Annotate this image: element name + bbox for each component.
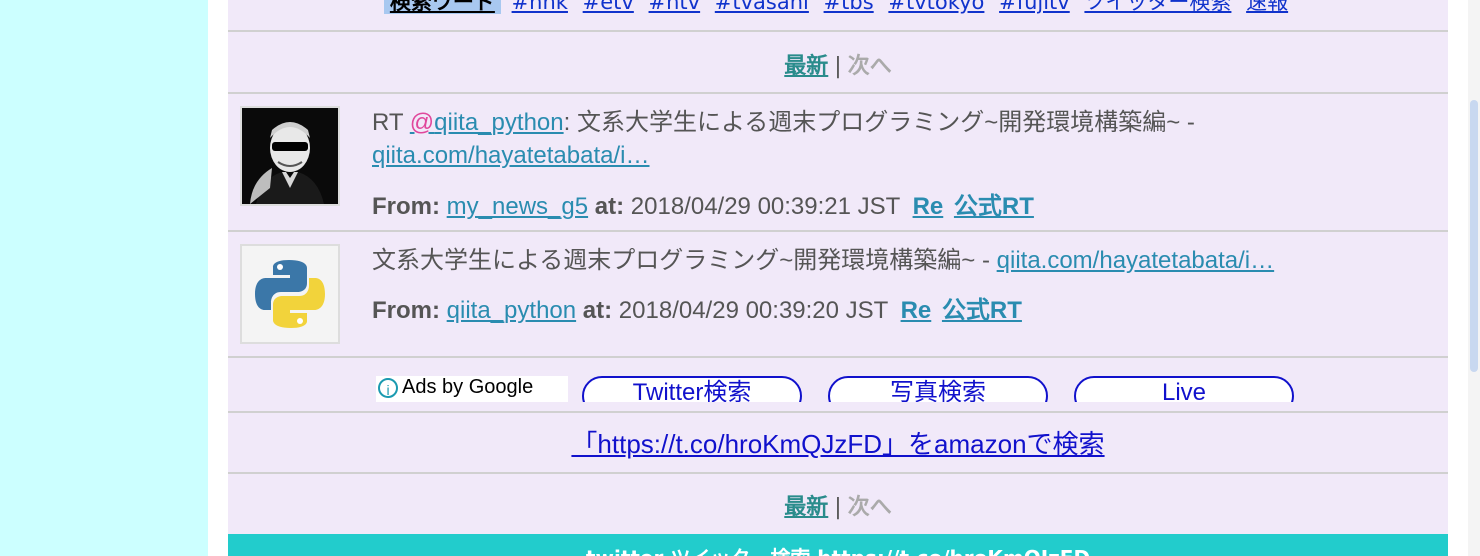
divider <box>228 30 1448 32</box>
latest-link[interactable]: 最新 <box>784 54 828 79</box>
official-retweet-link[interactable]: 公式RT <box>954 193 1034 220</box>
man-sunglasses-avatar-icon <box>242 108 338 204</box>
tag-link-ntv[interactable]: #ntv <box>649 0 701 14</box>
from-label: From: <box>372 193 440 220</box>
reply-link[interactable]: Re <box>913 193 944 220</box>
live-button[interactable]: Live <box>1074 376 1294 402</box>
footer-title: twitter ツイッター検索 https://t.co/hroKmQJzFD <box>228 542 1448 556</box>
next-link: 次へ <box>847 54 892 79</box>
info-icon[interactable]: i <box>378 378 398 398</box>
tag-link-fujitv[interactable]: #fujitv <box>999 0 1070 14</box>
tweet-body: : 文系大学生による週末プログラミング~開発環境構築編~ - <box>563 109 1195 136</box>
next-link: 次へ <box>847 495 892 520</box>
tag-link-tvasahi[interactable]: #tvasahi <box>715 0 809 14</box>
amazon-search-row: 「https://t.co/hroKmQJzFD」をamazonで検索 <box>228 424 1448 461</box>
tag-links-row: 検索ワード #nhk #etv #ntv #tvasahi #tbs #tvto… <box>228 0 1448 16</box>
tweet-body: 文系大学生による週末プログラミング~開発環境構築編~ - <box>372 247 997 274</box>
search-keyword-label[interactable]: 検索ワード <box>383 0 501 14</box>
divider <box>228 92 1448 94</box>
rt-prefix: RT <box>372 109 410 136</box>
tag-link-tbs[interactable]: #tbs <box>824 0 874 14</box>
photo-search-button[interactable]: 写真検索 <box>828 376 1048 402</box>
user-link[interactable]: my_news_g5 <box>447 193 588 220</box>
pager-bottom: 最新 | 次へ <box>228 489 1448 521</box>
official-retweet-link[interactable]: 公式RT <box>942 297 1022 324</box>
ads-row: i Ads by Google Twitter検索 写真検索 Live <box>228 358 1448 402</box>
tag-link-nhk[interactable]: #nhk <box>512 0 568 14</box>
scrollbar-thumb[interactable] <box>1470 100 1478 372</box>
amazon-search-link[interactable]: 「https://t.co/hroKmQJzFD」をamazonで検索 <box>571 429 1104 459</box>
ads-by-google-label[interactable]: i Ads by Google <box>376 376 568 402</box>
pager-separator: | <box>834 495 842 520</box>
divider <box>228 411 1448 413</box>
main-content: 検索ワード #nhk #etv #ntv #tvasahi #tbs #tvto… <box>228 0 1448 556</box>
latest-link[interactable]: 最新 <box>784 495 828 520</box>
tweet-url-link[interactable]: qiita.com/hayatetabata/i… <box>997 247 1275 274</box>
divider <box>228 472 1448 474</box>
divider <box>228 230 1448 232</box>
avatar[interactable] <box>240 244 340 344</box>
tweet-meta: From: qiita_python at: 2018/04/29 00:39:… <box>372 290 1022 325</box>
pager-separator: | <box>834 54 842 79</box>
left-gutter <box>208 0 228 556</box>
footer-bar: twitter ツイッター検索 https://t.co/hroKmQJzFD <box>228 534 1448 556</box>
tweet-text: 文系大学生による週末プログラミング~開発環境構築編~ - qiita.com/h… <box>372 244 1432 277</box>
tweet-meta: From: my_news_g5 at: 2018/04/29 00:39:21… <box>372 186 1034 221</box>
timestamp: 2018/04/29 00:39:20 JST <box>618 297 888 324</box>
tag-link-tvtokyo[interactable]: #tvtokyo <box>888 0 984 14</box>
timestamp: 2018/04/29 00:39:21 JST <box>630 193 900 220</box>
mention-username: qiita_python <box>434 109 564 136</box>
user-link[interactable]: qiita_python <box>447 297 576 324</box>
pager-top: 最新 | 次へ <box>228 48 1448 80</box>
python-logo-avatar-icon <box>242 246 338 342</box>
tag-link-twitter-search[interactable]: ツイッター検索 <box>1084 0 1231 14</box>
tweet-text: RT @qiita_python: 文系大学生による週末プログラミング~開発環境… <box>372 106 1432 172</box>
ads-label-text: Ads by Google <box>402 376 534 398</box>
tweet-url-link[interactable]: qiita.com/hayatetabata/i… <box>372 142 650 169</box>
at-label: at: <box>594 193 625 220</box>
twitter-search-button[interactable]: Twitter検索 <box>582 376 802 402</box>
mention-link[interactable]: @qiita_python <box>410 109 564 136</box>
reply-link[interactable]: Re <box>901 297 932 324</box>
at-label: at: <box>582 297 613 324</box>
at-mark: @ <box>409 109 435 136</box>
tag-link-etv[interactable]: #etv <box>583 0 634 14</box>
avatar[interactable] <box>240 106 340 206</box>
tag-link-breaking-news[interactable]: 速報 <box>1246 0 1288 14</box>
from-label: From: <box>372 297 440 324</box>
